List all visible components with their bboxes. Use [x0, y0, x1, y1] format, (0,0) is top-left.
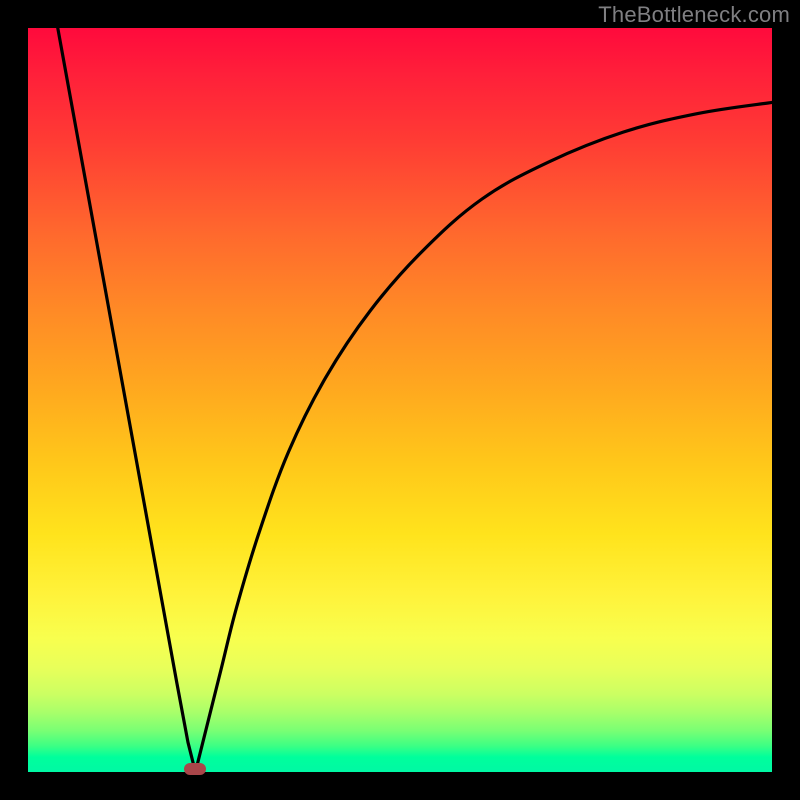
chart-frame: TheBottleneck.com [0, 0, 800, 800]
curve-path [58, 28, 772, 772]
bottleneck-marker [184, 763, 206, 775]
bottleneck-curve [28, 28, 772, 772]
watermark-text: TheBottleneck.com [598, 2, 790, 28]
gradient-plot-area [28, 28, 772, 772]
